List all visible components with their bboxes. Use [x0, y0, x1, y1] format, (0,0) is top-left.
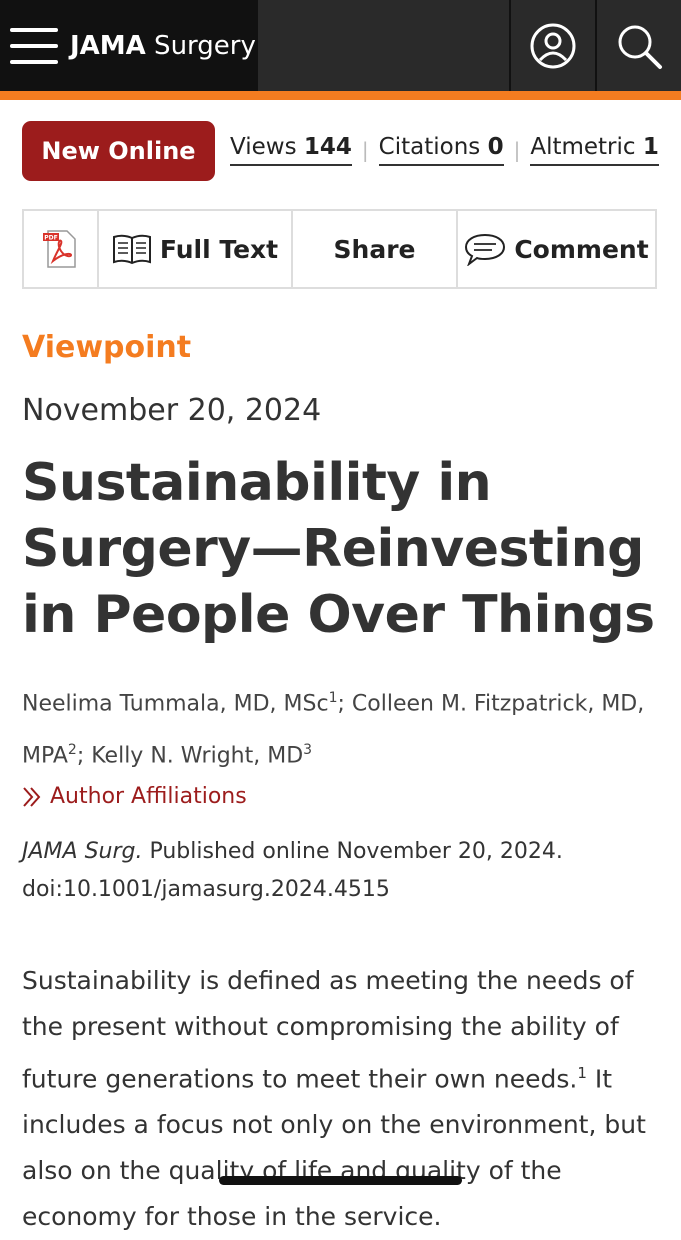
author-list: Neelima Tummala, MD, MSc1; Colleen M. Fi… [22, 675, 652, 780]
doi[interactable]: doi:10.1001/jamasurg.2024.4515 [22, 877, 390, 902]
new-online-badge: New Online [22, 121, 215, 181]
author-separator: ; [76, 743, 92, 769]
metric-divider: | [361, 138, 369, 162]
search-button[interactable] [595, 0, 681, 91]
author-name[interactable]: Neelima Tummala, MD, MSc [22, 691, 329, 716]
citations-link[interactable]: Citations 0 [378, 134, 504, 166]
share-label: Share [333, 234, 416, 264]
home-indicator [219, 1176, 462, 1185]
article-metrics: Views 144 | Citations 0 | Altmetric 1 [230, 134, 659, 166]
article-title: Sustainability in Surgery—Reinvesting in… [22, 453, 655, 645]
comment-button[interactable]: Comment [458, 211, 655, 287]
metric-divider: | [513, 138, 521, 162]
journal-logo[interactable]: JAMA Surgery [70, 31, 256, 61]
journal-abbrev: JAMA Surg. [22, 839, 143, 864]
citation-info: JAMA Surg. Published online November 20,… [22, 833, 652, 909]
account-button[interactable] [509, 0, 595, 91]
menu-icon[interactable] [10, 27, 58, 64]
author-affiliations-link[interactable]: Author Affiliations [22, 784, 247, 809]
article-toolbar: PDF Full Text Share Comment [22, 209, 657, 289]
full-text-button[interactable]: Full Text [99, 211, 293, 287]
affiliation-number: 2 [67, 742, 77, 759]
affiliations-label: Author Affiliations [50, 784, 247, 809]
full-text-label: Full Text [159, 234, 279, 264]
brand-area: JAMA Surgery [0, 0, 258, 91]
user-icon [530, 23, 576, 68]
affiliation-number: 3 [303, 742, 313, 759]
comment-label: Comment [514, 234, 649, 264]
publication-date: November 20, 2024 [22, 393, 322, 428]
search-icon [618, 25, 662, 69]
pdf-icon: PDF [42, 230, 76, 268]
book-icon [112, 234, 151, 265]
article-body: Sustainability is defined as meeting the… [22, 966, 646, 1232]
comment-icon [465, 233, 506, 266]
accent-bar [0, 91, 681, 100]
reference-link[interactable]: 1 [577, 1064, 587, 1082]
svg-text:PDF: PDF [44, 235, 57, 242]
published-online: Published online November 20, 2024. [142, 839, 563, 864]
author-separator: ; [337, 691, 352, 717]
views-link[interactable]: Views 144 [230, 134, 352, 166]
pdf-button[interactable]: PDF [24, 211, 99, 287]
chevron-right-icon [23, 786, 41, 807]
author-name[interactable]: Kelly N. Wright, MD [91, 744, 303, 769]
affiliation-number: 1 [328, 690, 338, 706]
article-category[interactable]: Viewpoint [22, 330, 191, 365]
share-button[interactable]: Share [293, 211, 458, 287]
site-header: JAMA Surgery [0, 0, 681, 91]
header-spacer [258, 0, 509, 91]
altmetric-link[interactable]: Altmetric 1 [530, 134, 659, 166]
